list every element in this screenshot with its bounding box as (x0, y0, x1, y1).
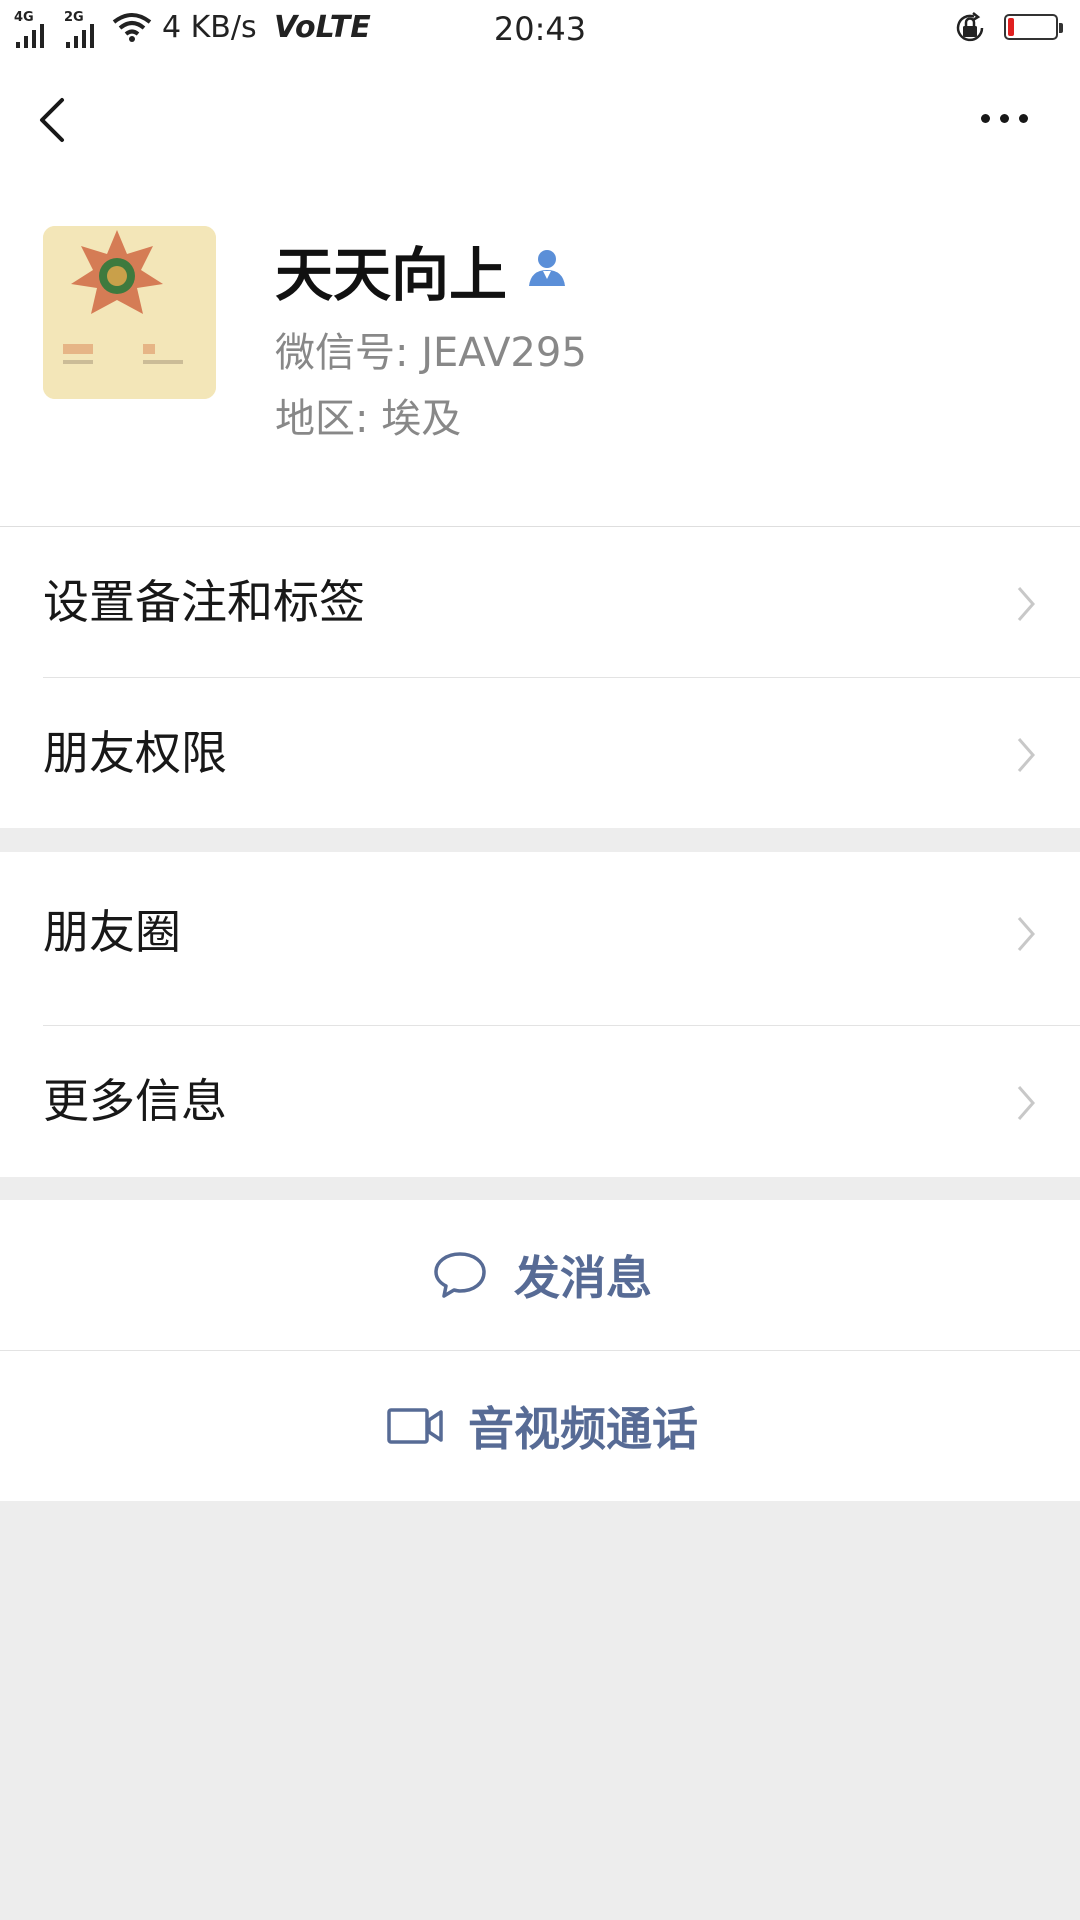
top-nav (0, 56, 1080, 178)
more-dots-icon[interactable] (974, 94, 1034, 144)
chevron-right-icon (1017, 917, 1035, 951)
video-camera-icon (387, 1408, 443, 1444)
menu-item-label: 朋友权限 (43, 726, 227, 780)
av-call-button[interactable]: 音视频通话 (0, 1351, 1080, 1501)
contact-name: 天天向上 (275, 241, 508, 309)
send-message-button[interactable]: 发消息 (0, 1200, 1080, 1350)
menu-group-1: 设置备注和标签 朋友权限 (0, 526, 1080, 828)
chevron-right-icon (1017, 1086, 1035, 1120)
wechat-id: 微信号: JEAV295 (275, 330, 587, 376)
chat-bubble-icon (434, 1252, 486, 1298)
menu-item-label: 更多信息 (43, 1074, 227, 1128)
menu-group-2: 朋友圈 更多信息 (0, 852, 1080, 1177)
person-icon (529, 250, 565, 286)
avatar-image (43, 226, 216, 399)
avatar[interactable] (43, 226, 216, 399)
chevron-left-icon[interactable] (28, 90, 78, 150)
menu-item-more-info[interactable]: 更多信息 (0, 1026, 1080, 1176)
status-time: 20:43 (493, 10, 587, 48)
chevron-right-icon (1017, 738, 1035, 772)
chevron-right-icon (1017, 587, 1035, 621)
menu-item-label: 朋友圈 (43, 905, 181, 959)
profile-header: 天天向上 微信号: JEAV295 地区: 埃及 (0, 178, 1080, 526)
battery-level (1008, 18, 1014, 36)
av-call-label: 音视频通话 (468, 1402, 698, 1456)
battery-icon (1004, 14, 1063, 40)
menu-item-label: 设置备注和标签 (43, 575, 365, 629)
send-message-label: 发消息 (514, 1251, 652, 1305)
status-bar: 4G 2G 4 KB/s VoLTE 20:43 (0, 0, 1080, 56)
menu-item-remarks-tags[interactable]: 设置备注和标签 (0, 527, 1080, 677)
menu-item-friend-permissions[interactable]: 朋友权限 (0, 678, 1080, 828)
region: 地区: 埃及 (275, 396, 462, 442)
rotation-lock-icon (956, 12, 984, 42)
menu-item-moments[interactable]: 朋友圈 (0, 857, 1080, 1007)
